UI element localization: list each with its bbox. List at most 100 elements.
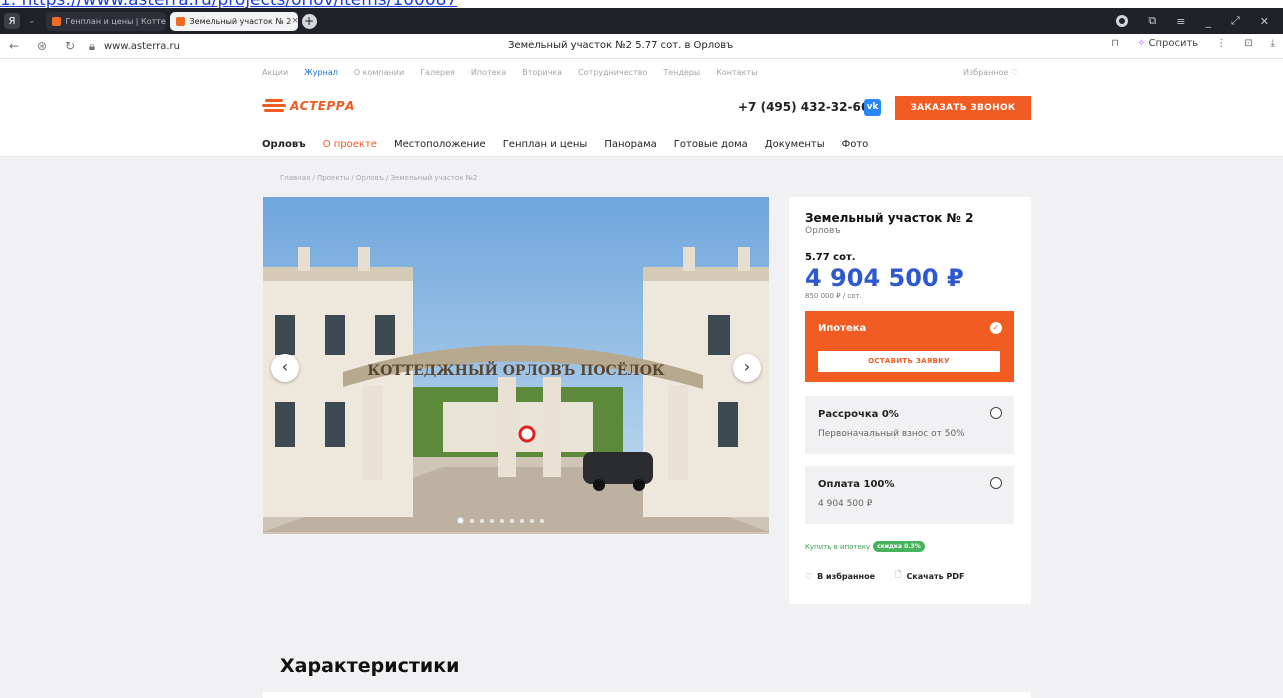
top-menu-item[interactable]: О компании	[354, 68, 404, 77]
vk-icon[interactable]: vk	[864, 99, 881, 116]
site-favicon-icon	[175, 16, 185, 26]
lock-icon[interactable]: 🔒︎	[84, 39, 100, 54]
tab-plot[interactable]: Земельный участок № 2 ×	[169, 11, 298, 31]
menu-icon[interactable]: ≡	[1176, 15, 1185, 28]
radio-icon[interactable]	[990, 407, 1002, 419]
address-bar: ← ⊛ ↻ 🔒︎ www.asterra.ru Земельный участо…	[0, 34, 1283, 59]
reader-icon[interactable]: ⊡	[1244, 38, 1252, 49]
option-installment-title: Рассрочка 0%	[818, 409, 899, 420]
option-mortgage[interactable]: Ипотека ✓ ОСТАВИТЬ ЗАЯВКУ	[805, 311, 1014, 382]
plot-price: 4 904 500 ₽	[805, 264, 964, 292]
menu-item-panorama[interactable]: Панорама	[604, 139, 656, 150]
top-menu-item[interactable]: Журнал	[304, 68, 338, 77]
gallery-dot[interactable]	[480, 518, 484, 523]
menu-item-orlov[interactable]: Орловъ	[262, 139, 306, 150]
option-full-title: Оплата 100%	[818, 479, 895, 490]
more-icon[interactable]: ⋮	[1216, 38, 1226, 49]
option-full-sub: 4 904 500 ₽	[818, 499, 873, 509]
site-header: Акции Журнал О компании Галерея Ипотека …	[0, 59, 1283, 157]
gallery-sign-text: КОТТЕДЖНЫЙ ОРЛОВЪ ПОСЁЛОК	[367, 360, 665, 379]
heart-icon: ♡	[805, 571, 813, 581]
callback-button[interactable]: ЗАКАЗАТЬ ЗВОНОК	[895, 96, 1031, 120]
download-pdf-button[interactable]: 🗋 Скачать PDF	[895, 569, 964, 583]
top-menu-item[interactable]: Тендеры	[663, 68, 700, 77]
gallery-dot[interactable]	[520, 518, 524, 523]
top-menu-item[interactable]: Контакты	[716, 68, 757, 77]
close-window-icon[interactable]: ✕	[1260, 15, 1269, 28]
option-installment-sub: Первоначальный взнос от 50%	[818, 429, 965, 439]
chevron-down-icon[interactable]: ⌄	[28, 16, 36, 26]
menu-item-location[interactable]: Местоположение	[394, 139, 486, 150]
gallery-dot[interactable]	[470, 518, 474, 523]
photo-gallery[interactable]: КОТТЕДЖНЫЙ ОРЛОВЪ ПОСЁЛОК ‹ ›	[263, 197, 769, 534]
site-favicon-icon	[51, 16, 61, 26]
minimize-icon[interactable]: _	[1205, 15, 1211, 28]
protect-icon[interactable]: ⊛	[28, 39, 56, 53]
gallery-next-button[interactable]: ›	[733, 354, 761, 382]
top-link[interactable]: 1. https://www.asterra.ru/projects/orlov…	[0, 0, 1283, 8]
check-icon: ✓	[990, 322, 1002, 334]
browser-logo-icon[interactable]: Я	[4, 13, 20, 29]
tab-label: Земельный участок № 2	[189, 16, 292, 26]
reload-icon[interactable]: ↻	[56, 39, 84, 53]
gallery-dot[interactable]	[500, 518, 504, 523]
gallery-dot[interactable]	[490, 518, 494, 523]
top-menu-item[interactable]: Сотрудничество	[578, 68, 647, 77]
radio-icon[interactable]	[990, 477, 1002, 489]
gallery-dot[interactable]	[530, 518, 534, 523]
menu-item-genplan[interactable]: Генплан и цены	[503, 139, 588, 150]
phone-number[interactable]: +7 (495) 432-32-66	[738, 100, 869, 114]
bookmark-icon[interactable]: ⊓	[1111, 38, 1119, 49]
card-actions: ♡ В избранное 🗋 Скачать PDF	[805, 569, 964, 583]
ask-label: Спросить	[1148, 38, 1199, 49]
menu-item-about[interactable]: О проекте	[323, 139, 377, 150]
tab-label: Генплан и цены | Коттедж	[65, 16, 166, 26]
buy-mortgage-label: Купить в ипотеку	[805, 542, 871, 551]
top-menu-item[interactable]: Галерея	[420, 68, 455, 77]
menu-item-ready-houses[interactable]: Готовые дома	[674, 139, 748, 150]
discount-badge: скидка 0.3%	[873, 541, 925, 552]
sparkle-icon: ✧	[1137, 38, 1146, 49]
section-title: Характеристики	[280, 655, 460, 677]
favorites-link[interactable]: Избранное ♡	[963, 68, 1018, 77]
plot-subtitle: Орловъ	[805, 226, 841, 236]
back-arrow-icon[interactable]: ←	[0, 39, 28, 53]
plot-card: Земельный участок № 2 Орловъ 5.77 сот. 4…	[789, 197, 1031, 604]
logo-sun-icon	[262, 97, 286, 114]
close-icon[interactable]: ×	[291, 16, 297, 26]
plot-area: 5.77 сот.	[805, 252, 856, 263]
option-full-payment[interactable]: Оплата 100% 4 904 500 ₽	[805, 466, 1014, 524]
option-installment[interactable]: Рассрочка 0% Первоначальный взнос от 50%	[805, 396, 1014, 454]
new-tab-plus-icon[interactable]: +	[301, 13, 317, 29]
gallery-dots	[457, 517, 544, 524]
favorites-label: В избранное	[817, 571, 875, 581]
gallery-photo: КОТТЕДЖНЫЙ ОРЛОВЪ ПОСЁЛОК	[263, 197, 769, 534]
top-menu-item[interactable]: Ипотека	[471, 68, 506, 77]
top-menu-item[interactable]: Акции	[262, 68, 288, 77]
voice-assistant-icon[interactable]	[1116, 15, 1129, 27]
bookmarks-icon[interactable]: ⧉	[1148, 14, 1156, 28]
add-to-favorites-button[interactable]: ♡ В избранное	[805, 569, 875, 583]
gallery-dot[interactable]	[510, 518, 514, 523]
browser-tabbar: Я ⌄ Генплан и цены | Коттедж Земельный у…	[0, 8, 1283, 34]
restore-icon[interactable]: ⤢	[1231, 14, 1240, 28]
gallery-dot[interactable]	[540, 518, 544, 523]
characteristics-panel	[263, 692, 1031, 698]
menu-item-documents[interactable]: Документы	[765, 139, 825, 150]
top-link-text[interactable]: 1. https://www.asterra.ru/projects/orlov…	[0, 0, 457, 8]
gallery-dot[interactable]	[457, 517, 464, 524]
submit-request-button[interactable]: ОСТАВИТЬ ЗАЯВКУ	[818, 351, 1000, 372]
address-bar-actions: ⊓ ✧ Спросить ⋮ ⊡ ⤓	[1111, 38, 1283, 49]
url-text[interactable]: www.asterra.ru	[104, 41, 180, 52]
buy-mortgage-link[interactable]: Купить в ипотеку скидка 0.3%	[805, 541, 925, 552]
menu-item-photo[interactable]: Фото	[842, 139, 869, 150]
download-icon[interactable]: ⤓	[1271, 38, 1275, 49]
site-logo[interactable]: АСТЕРРА	[262, 97, 355, 114]
ask-button[interactable]: ✧ Спросить	[1137, 38, 1198, 49]
top-menu-item[interactable]: Вторичка	[522, 68, 562, 77]
document-icon: 🗋	[895, 570, 902, 579]
gallery-prev-button[interactable]: ‹	[271, 354, 299, 382]
breadcrumb[interactable]: Главная / Проекты / Орловъ / Земельный у…	[280, 174, 477, 182]
tab-genplan[interactable]: Генплан и цены | Коттедж	[45, 11, 166, 31]
page-title: Земельный участок №2 5.77 сот. в Орловъ	[508, 40, 734, 51]
